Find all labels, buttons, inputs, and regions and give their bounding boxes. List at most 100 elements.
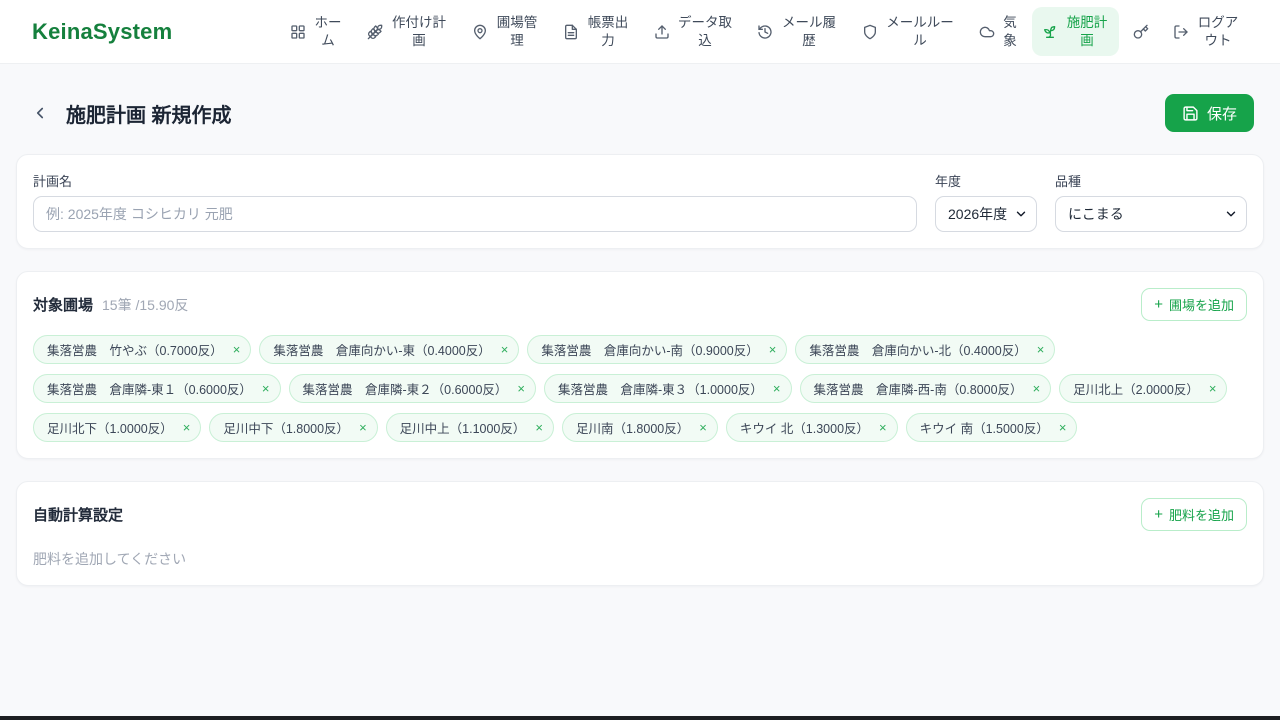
remove-field-icon[interactable]: × bbox=[1033, 382, 1041, 395]
nav-item-logout[interactable]: ログアウト bbox=[1163, 7, 1250, 56]
nav-item-planting-plan[interactable]: 作付け計画 bbox=[357, 7, 458, 56]
nav-item-api-key[interactable] bbox=[1123, 17, 1159, 47]
field-tag-label: 集落営農 倉庫向かい-東（0.4000反） bbox=[273, 344, 491, 358]
nav-label: 帳票出力 bbox=[587, 14, 629, 48]
plan-info-card: 計画名 年度 2026年度 品種 にこまる bbox=[16, 154, 1264, 249]
field-tag: 集落営農 倉庫向かい-東（0.4000反） × bbox=[259, 335, 520, 364]
main-content: 施肥計画 新規作成 保存 計画名 年度 2026年度 品種 bbox=[0, 94, 1280, 586]
plan-name-input[interactable] bbox=[33, 196, 917, 232]
wheat-icon bbox=[367, 24, 383, 39]
nav-label: 作付け計画 bbox=[392, 14, 446, 48]
nav-item-fertilization-plan[interactable]: 施肥計画 bbox=[1032, 6, 1119, 57]
plus-icon: + bbox=[1154, 296, 1163, 313]
plan-name-group: 計画名 bbox=[33, 171, 917, 232]
field-tag-label: 足川北上（2.0000反） bbox=[1073, 383, 1199, 397]
sprout-icon bbox=[1044, 25, 1056, 38]
nav-label: 施肥計画 bbox=[1066, 14, 1108, 48]
field-tag-label: 足川北下（1.0000反） bbox=[47, 422, 173, 436]
nav-label: データ取込 bbox=[678, 14, 732, 48]
field-tag: 集落営農 竹やぶ（0.7000反） × bbox=[33, 335, 252, 364]
shield-icon bbox=[864, 24, 876, 39]
field-tag: 足川中下（1.8000反） × bbox=[209, 413, 378, 442]
field-tag: 集落営農 倉庫向かい-北（0.4000反） × bbox=[795, 335, 1056, 364]
field-tag: 集落営農 倉庫隣-東３（1.0000反） × bbox=[544, 374, 792, 403]
nav-item-report-output[interactable]: 帳票出力 bbox=[553, 7, 640, 56]
cloud-icon bbox=[979, 26, 995, 37]
nav-label: メール履歴 bbox=[782, 14, 836, 48]
field-tag: 足川南（1.8000反） × bbox=[561, 413, 718, 442]
save-button-label: 保存 bbox=[1206, 105, 1237, 123]
remove-field-icon[interactable]: × bbox=[1059, 421, 1067, 434]
variety-select[interactable]: にこまる bbox=[1055, 196, 1247, 232]
field-tag-label: 集落営農 倉庫向かい-南（0.9000反） bbox=[541, 344, 759, 358]
remove-field-icon[interactable]: × bbox=[535, 421, 543, 434]
field-tag: 集落営農 倉庫向かい-南（0.9000反） × bbox=[527, 335, 788, 364]
back-button[interactable] bbox=[26, 99, 54, 127]
add-fertilizer-button-label: 肥料を追加 bbox=[1168, 508, 1234, 523]
nav-label: ホーム bbox=[314, 14, 342, 48]
nav-label: 気象 bbox=[1003, 14, 1017, 48]
save-button[interactable]: 保存 bbox=[1164, 94, 1254, 132]
field-tag: 集落営農 倉庫隣-西-南（0.8000反） × bbox=[799, 374, 1052, 403]
field-tag: 集落営農 倉庫隣-東１（0.6000反） × bbox=[33, 374, 281, 403]
remove-field-icon[interactable]: × bbox=[773, 382, 781, 395]
save-icon bbox=[1183, 105, 1198, 121]
remove-field-icon[interactable]: × bbox=[359, 421, 367, 434]
page-header: 施肥計画 新規作成 保存 bbox=[16, 94, 1264, 132]
auto-calc-card: 自動計算設定 + 肥料を追加 肥料を追加してください bbox=[16, 481, 1264, 586]
field-tag-label: 集落営農 倉庫隣-東１（0.6000反） bbox=[47, 383, 252, 397]
remove-field-icon[interactable]: × bbox=[517, 382, 525, 395]
variety-group: 品種 にこまる bbox=[1055, 171, 1247, 232]
nav-item-mail-rules[interactable]: メールルール bbox=[852, 7, 965, 56]
page-title: 施肥計画 新規作成 bbox=[66, 104, 232, 127]
field-tag-label: 集落営農 竹やぶ（0.7000反） bbox=[47, 344, 223, 358]
target-fields-summary: 15筆 /15.90反 bbox=[102, 296, 189, 313]
remove-field-icon[interactable]: × bbox=[699, 421, 707, 434]
remove-field-icon[interactable]: × bbox=[501, 343, 509, 356]
remove-field-icon[interactable]: × bbox=[233, 343, 241, 356]
chevron-left-icon bbox=[36, 107, 44, 119]
add-fertilizer-button[interactable]: + 肥料を追加 bbox=[1141, 498, 1247, 531]
plus-icon: + bbox=[1154, 506, 1163, 523]
field-tag-label: 集落営農 倉庫隣-東３（1.0000反） bbox=[558, 383, 763, 397]
nav-item-weather[interactable]: 気象 bbox=[969, 7, 1028, 56]
nav-item-home[interactable]: ホーム bbox=[280, 7, 353, 56]
field-tag: キウイ 北（1.3000反） × bbox=[725, 413, 898, 442]
nav-label: メールルール bbox=[886, 14, 954, 48]
remove-field-icon[interactable]: × bbox=[262, 382, 270, 395]
remove-field-icon[interactable]: × bbox=[879, 421, 887, 434]
variety-label: 品種 bbox=[1055, 174, 1082, 189]
field-tag-label: キウイ 北（1.3000反） bbox=[739, 422, 870, 436]
field-tag-label: 足川中上（1.1000反） bbox=[399, 422, 526, 436]
target-fields-title: 対象圃場 bbox=[33, 297, 94, 314]
year-select[interactable]: 2026年度 bbox=[935, 196, 1037, 232]
field-tag-label: 集落営農 倉庫隣-東２（0.6000反） bbox=[302, 383, 508, 397]
app-header: KeinaSystem ホーム 作付け計画 圃場管理 帳票出力 データ取込 メー… bbox=[0, 0, 1280, 64]
key-icon bbox=[1133, 24, 1149, 39]
grid-icon bbox=[291, 24, 305, 39]
nav-label: ログアウト bbox=[1197, 14, 1239, 48]
field-tag: 集落営農 倉庫隣-東２（0.6000反） × bbox=[288, 374, 536, 403]
field-tag-list: 集落営農 竹やぶ（0.7000反） × 集落営農 倉庫向かい-東（0.4000反）… bbox=[33, 335, 1247, 442]
history-icon bbox=[758, 24, 772, 39]
remove-field-icon[interactable]: × bbox=[183, 421, 191, 434]
nav-item-field-management[interactable]: 圃場管理 bbox=[462, 7, 549, 56]
year-label: 年度 bbox=[935, 174, 962, 189]
remove-field-icon[interactable]: × bbox=[1037, 343, 1045, 356]
plan-name-label: 計画名 bbox=[33, 174, 73, 189]
remove-field-icon[interactable]: × bbox=[769, 343, 777, 356]
app-logo[interactable]: KeinaSystem bbox=[32, 19, 172, 45]
nav-item-data-import[interactable]: データ取込 bbox=[644, 7, 743, 56]
document-icon bbox=[565, 24, 577, 39]
year-group: 年度 2026年度 bbox=[935, 171, 1037, 232]
nav-label: 圃場管理 bbox=[496, 14, 538, 48]
screen-bottom-edge bbox=[0, 716, 1280, 720]
logout-icon bbox=[1174, 24, 1188, 39]
add-field-button[interactable]: + 圃場を追加 bbox=[1141, 288, 1247, 321]
remove-field-icon[interactable]: × bbox=[1209, 382, 1217, 395]
map-pin-icon bbox=[474, 24, 486, 39]
nav-item-mail-history[interactable]: メール履歴 bbox=[747, 7, 848, 56]
add-field-button-label: 圃場を追加 bbox=[1168, 298, 1234, 313]
fertilizer-empty-message: 肥料を追加してください bbox=[33, 551, 187, 567]
field-tag: 足川中上（1.1000反） × bbox=[385, 413, 554, 442]
